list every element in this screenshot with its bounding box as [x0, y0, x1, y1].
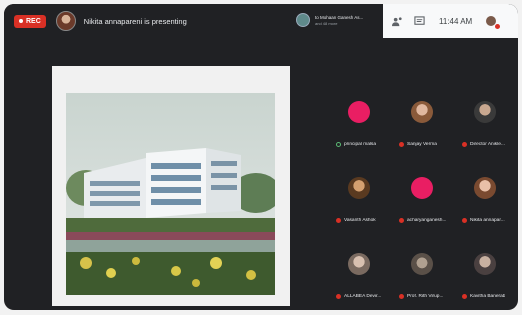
- top-bar: REC Nikita annapareni is presenting to M…: [4, 4, 518, 38]
- avatar: [348, 101, 370, 123]
- clock: 11:44 AM: [439, 16, 473, 26]
- participant-name: Director Anikle...: [470, 142, 505, 147]
- meeting-icon: [296, 13, 310, 27]
- mic-on-icon: [336, 142, 341, 147]
- presenter-status: Nikita annapareni is presenting: [83, 16, 187, 26]
- shared-screen-photo: [66, 93, 275, 295]
- participant-tile[interactable]: acharyanganesh...: [393, 159, 455, 234]
- participant-name: Vasanth Ashok: [344, 218, 376, 223]
- presentation-stage: [52, 66, 290, 306]
- avatar: [411, 253, 433, 275]
- right-toolbar: 11:44 AM: [383, 4, 518, 38]
- participant-tile[interactable]: Sanjay Verma: [393, 83, 455, 158]
- meeting-window: REC Nikita annapareni is presenting to M…: [4, 4, 518, 310]
- chat-icon[interactable]: [413, 15, 425, 27]
- mic-off-icon: [399, 294, 404, 299]
- notification-badge: [495, 24, 501, 29]
- avatar: [474, 253, 496, 275]
- recording-label: REC: [26, 17, 41, 25]
- participant-name: Prof. Rith Virup...: [407, 294, 444, 299]
- avatar: [411, 101, 433, 123]
- participant-tile[interactable]: Prof. Rith Virup...: [393, 235, 455, 310]
- participant-tile[interactable]: Vasanth Ashok: [330, 159, 392, 234]
- meeting-subtitle: and 48 more: [315, 20, 338, 26]
- participant-name: Sanjay Verma: [407, 142, 437, 147]
- people-icon[interactable]: [391, 15, 403, 27]
- mic-off-icon: [399, 142, 404, 147]
- recording-badge: REC: [14, 14, 46, 28]
- mic-off-icon: [399, 218, 404, 223]
- avatar: [474, 177, 496, 199]
- presenter-avatar: [55, 11, 76, 31]
- participant-name: ALLABEA Devir...: [344, 294, 382, 299]
- avatar: [411, 177, 433, 199]
- participant-tile[interactable]: Director Anikle...: [456, 83, 518, 158]
- mic-off-icon: [336, 218, 341, 223]
- mic-off-icon: [462, 218, 467, 223]
- participant-tile[interactable]: Kavitha Banerab: [456, 235, 518, 310]
- participant-tile[interactable]: principal malsa: [330, 83, 392, 158]
- participant-tile[interactable]: Nikita annapar...: [456, 159, 518, 234]
- participant-name: Kavitha Banerab: [470, 294, 506, 299]
- participant-name: principal malsa: [344, 142, 376, 147]
- participant-grid: principal malsa Sanjay Verma Director An…: [330, 83, 518, 310]
- meeting-info[interactable]: to Mohaan Ganesh As... and 48 more: [296, 13, 363, 27]
- participant-name: acharyanganesh...: [407, 218, 447, 223]
- avatar: [474, 101, 496, 123]
- record-dot-icon: [19, 19, 23, 23]
- mic-off-icon: [462, 142, 467, 147]
- participant-name: Nikita annapar...: [470, 218, 505, 223]
- avatar: [348, 253, 370, 275]
- meeting-title: to Mohaan Ganesh As...: [315, 14, 364, 20]
- user-avatar-icon[interactable]: [486, 16, 501, 29]
- avatar: [348, 177, 370, 199]
- mic-off-icon: [336, 294, 341, 299]
- participant-tile[interactable]: ALLABEA Devir...: [330, 235, 392, 310]
- mic-off-icon: [462, 294, 467, 299]
